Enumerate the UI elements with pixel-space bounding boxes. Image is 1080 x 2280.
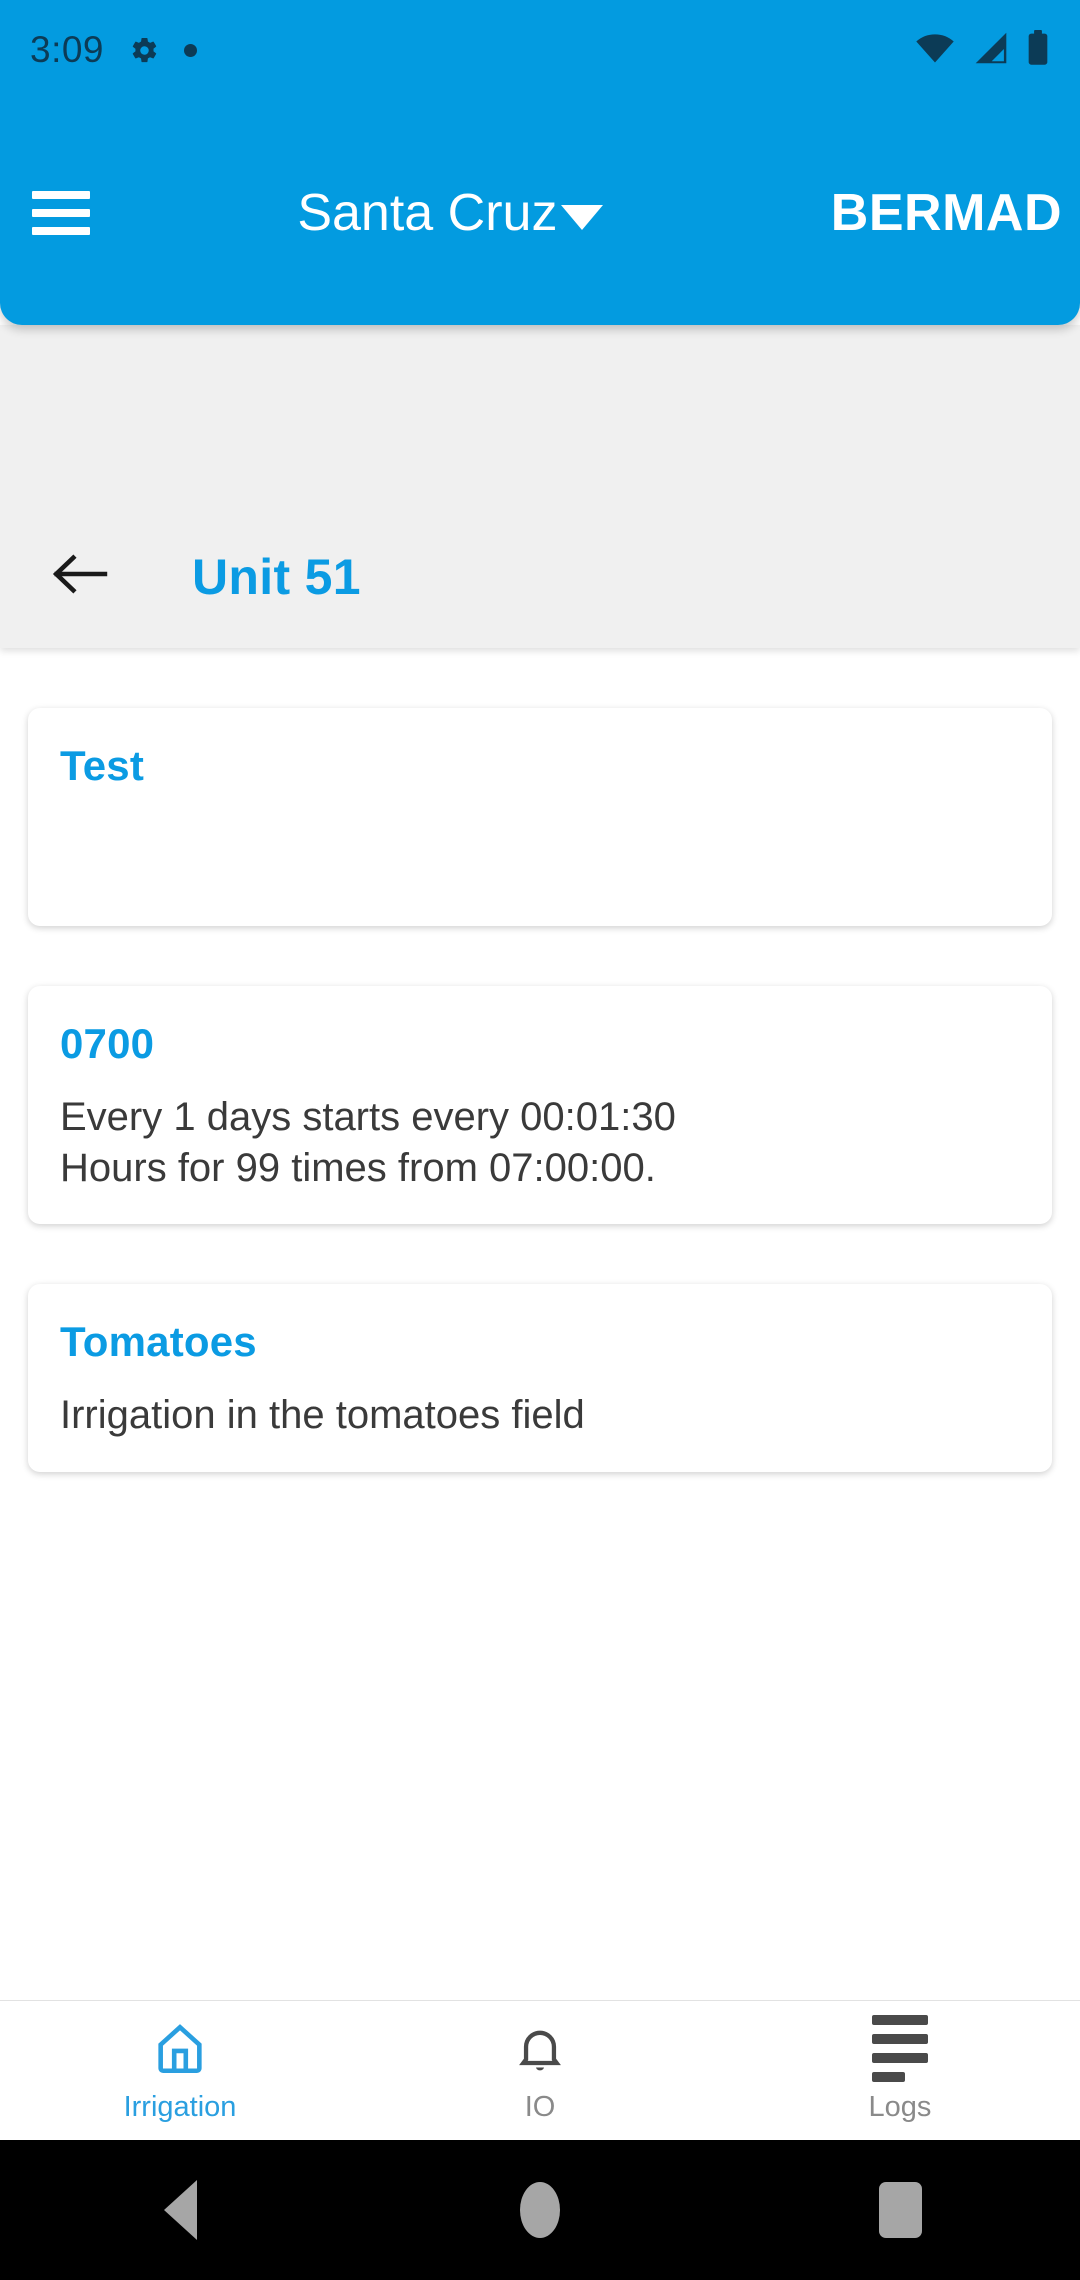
logs-line <box>872 2072 905 2082</box>
tab-label: Irrigation <box>123 2090 237 2123</box>
status-bar-left: 3:09 <box>30 29 198 71</box>
brand-logo: BERMAD <box>830 183 1062 242</box>
app-bar-row: Santa Cruz BERMAD <box>0 100 1080 325</box>
tab-io[interactable]: IO <box>360 2001 720 2140</box>
card-title: Tomatoes <box>60 1318 257 1366</box>
tab-label: Logs <box>868 2090 932 2123</box>
logs-line <box>872 2034 928 2044</box>
chevron-down-icon <box>561 205 604 230</box>
cellular-signal-icon <box>971 31 1011 70</box>
app-bar: 3:09 Santa Cruz BERMAD <box>0 0 1080 325</box>
card-description: Irrigation in the tomatoes field <box>60 1393 585 1438</box>
unit-sub-header: Unit 51 <box>0 325 1080 648</box>
bottom-navigation: Irrigation IO Logs <box>0 2000 1080 2140</box>
program-card[interactable]: Test <box>28 708 1052 926</box>
tab-label: IO <box>524 2090 556 2123</box>
tab-irrigation[interactable]: Irrigation <box>0 2001 360 2140</box>
logs-line <box>872 2015 928 2025</box>
list-lines-icon <box>872 2015 928 2082</box>
back-button[interactable] <box>48 542 112 606</box>
logs-line <box>872 2053 928 2063</box>
circle-home-icon <box>520 2182 560 2238</box>
status-bar: 3:09 <box>0 0 1080 100</box>
home-icon <box>151 2018 209 2080</box>
card-list: Test 0700 Every 1 days starts every 00:0… <box>0 648 1080 1998</box>
dot-indicator-icon <box>184 43 198 57</box>
wifi-icon <box>914 31 956 70</box>
program-card[interactable]: 0700 Every 1 days starts every 00:01:30 … <box>28 986 1052 1225</box>
battery-icon <box>1026 29 1050 71</box>
square-recents-icon <box>878 2182 922 2238</box>
page-title: Unit 51 <box>192 549 361 605</box>
gear-icon <box>128 34 160 66</box>
phone-screen: 3:09 Santa Cruz BERMAD Unit 51 Test 0700… <box>0 0 1080 2280</box>
card-title: 0700 <box>60 1020 155 1067</box>
system-recents-button[interactable] <box>720 2182 1080 2238</box>
system-navigation-bar <box>0 2140 1080 2280</box>
triangle-back-icon <box>163 2180 197 2240</box>
location-label: Santa Cruz <box>297 183 558 242</box>
system-home-button[interactable] <box>360 2182 720 2238</box>
card-description: Every 1 days starts every 00:01:30 Hours… <box>60 1095 676 1191</box>
status-bar-right <box>914 29 1050 71</box>
bell-icon <box>513 2018 567 2080</box>
status-bar-clock: 3:09 <box>30 29 105 70</box>
arrow-left-icon <box>52 554 108 594</box>
tab-logs[interactable]: Logs <box>720 2001 1080 2140</box>
program-card[interactable]: Tomatoes Irrigation in the tomatoes fiel… <box>28 1284 1052 1472</box>
system-back-button[interactable] <box>0 2180 360 2240</box>
location-selector[interactable]: Santa Cruz <box>50 183 851 243</box>
card-title: Test <box>60 742 145 789</box>
